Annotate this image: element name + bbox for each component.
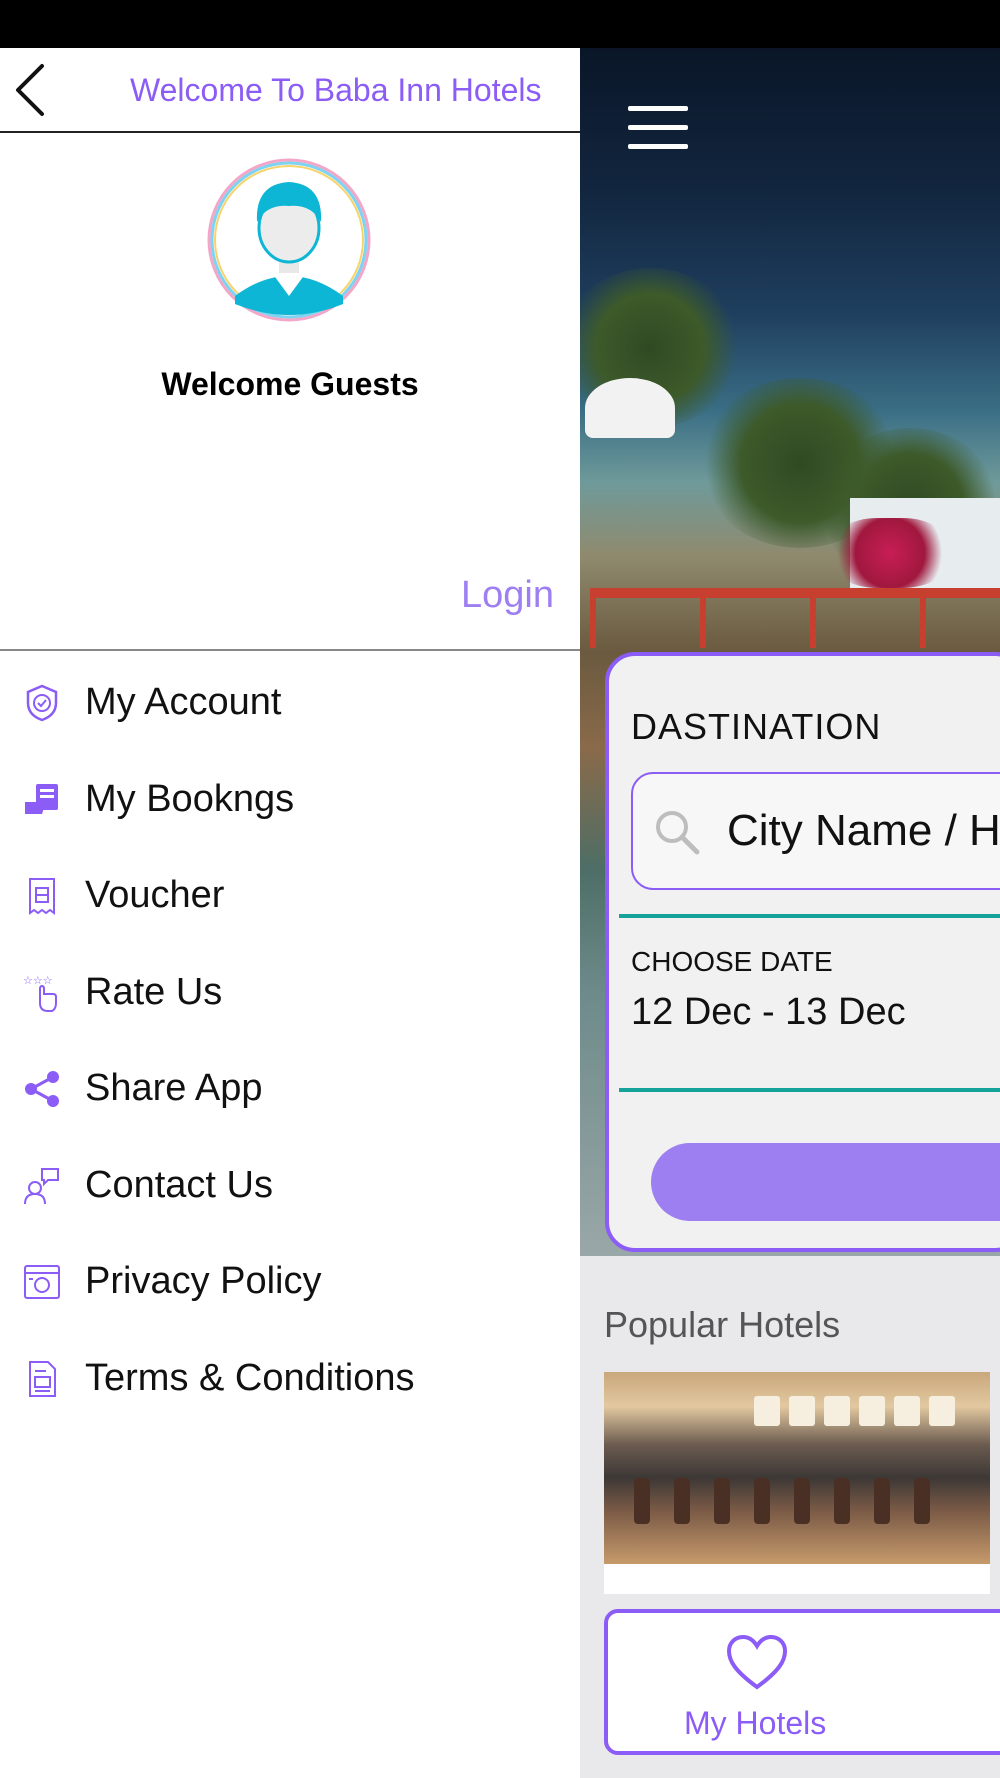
drawer-menu: My Account My Bookngs Voucher ☆☆☆ Rate U… [0, 653, 580, 1425]
share-icon [25, 1071, 59, 1107]
hamburger-menu-icon[interactable] [628, 106, 688, 152]
back-arrow-icon[interactable] [12, 60, 48, 120]
menu-item-label: Contact Us [85, 1163, 273, 1206]
terms-document-icon [29, 1360, 56, 1397]
contact-support-icon [24, 1167, 59, 1204]
heart-icon [726, 1634, 788, 1690]
drawer-title: Welcome To Baba Inn Hotels [130, 72, 542, 108]
menu-item-share-app[interactable]: Share App [0, 1039, 580, 1136]
drawer-divider [0, 649, 580, 651]
date-underline [619, 1088, 1000, 1092]
destination-underline [619, 914, 1000, 918]
date-label: CHOOSE DATE [631, 946, 833, 977]
menu-item-voucher[interactable]: Voucher [0, 846, 580, 943]
menu-item-my-account[interactable]: My Account [0, 653, 580, 750]
drawer-header: Welcome To Baba Inn Hotels [0, 48, 580, 133]
search-button[interactable] [651, 1143, 1000, 1221]
my-hotels-label: My Hotels [684, 1705, 827, 1741]
search-icon [656, 811, 700, 855]
bookings-icon [25, 783, 58, 814]
welcome-text: Welcome Guests [161, 366, 419, 402]
menu-item-contact-us[interactable]: Contact Us [0, 1136, 580, 1233]
popular-hotels-title: Popular Hotels [604, 1304, 841, 1345]
menu-item-label: Terms & Conditions [85, 1356, 415, 1399]
search-card: DASTINATION City Name / Hotel CHOOSE DAT… [605, 652, 1000, 1252]
my-hotels-button[interactable]: My Hotels [604, 1609, 1000, 1755]
privacy-policy-icon [24, 1265, 60, 1299]
menu-item-label: Share App [85, 1067, 263, 1109]
shield-check-icon [26, 684, 58, 722]
rate-stars-icon: ☆☆☆ [23, 975, 57, 1012]
svg-text:☆☆☆: ☆☆☆ [23, 975, 53, 987]
hotel-image [604, 1372, 990, 1564]
menu-item-label: My Account [85, 681, 282, 723]
destination-value: City Name / Hotel [727, 806, 1000, 855]
menu-item-label: Voucher [85, 874, 225, 916]
destination-search-input[interactable]: City Name / Hotel [631, 772, 1000, 890]
status-bar [0, 0, 1000, 48]
popular-hotel-card[interactable] [604, 1372, 990, 1594]
menu-item-rate-us[interactable]: ☆☆☆ Rate Us [0, 943, 580, 1040]
avatar [207, 158, 371, 322]
voucher-icon [29, 878, 55, 915]
destination-label: DASTINATION [631, 706, 882, 747]
menu-item-label: Rate Us [85, 970, 223, 1013]
menu-item-label: My Bookngs [85, 777, 295, 820]
navigation-drawer: Welcome To Baba Inn Hotels Welcome Guest… [0, 48, 580, 1778]
menu-item-my-bookings[interactable]: My Bookngs [0, 750, 580, 847]
menu-item-privacy-policy[interactable]: Privacy Policy [0, 1232, 580, 1329]
login-link[interactable]: Login [461, 574, 554, 617]
menu-item-label: Privacy Policy [85, 1260, 322, 1302]
date-value[interactable]: 12 Dec - 13 Dec [631, 991, 906, 1034]
menu-item-terms-conditions[interactable]: Terms & Conditions [0, 1329, 580, 1426]
